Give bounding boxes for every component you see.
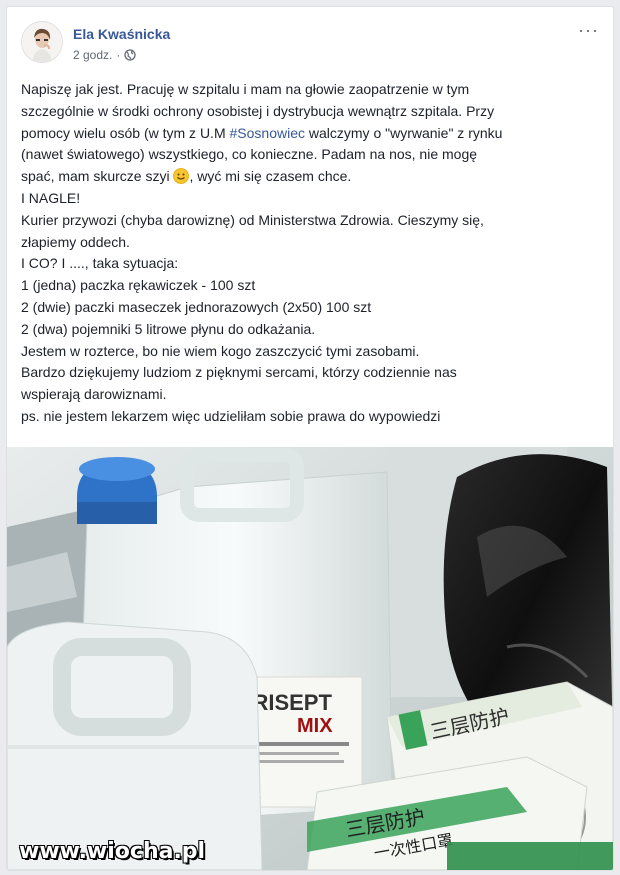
meta-separator: · [116,48,121,62]
hashtag-link[interactable]: #Sosnowiec [230,125,306,141]
text-span: spać, mam skurcze szyi [21,168,174,185]
post-time[interactable]: 2 godz. [73,48,112,62]
text-span: walczymy o "wyrwanie" z rynku [305,124,503,141]
post-line: I CO? I ...., taka sytuacja: [21,255,179,272]
post-photo[interactable]: TRISEPT MIX 三层防护 三层防护 一次性口罩 www.wiocha.p… [7,447,613,870]
post-line: złapiemy oddech. [21,233,130,250]
front-canister [7,621,263,870]
post-line: spać, mam skurcze szyi , wyć mi się czas… [21,166,601,188]
post-header: Ela Kwaśnicka 2 godz. · ··· [21,21,599,67]
avatar-portrait-icon [22,22,62,62]
post-line: pomocy wielu osób (w tym z U.M #Sosnowie… [21,123,601,145]
globe-icon[interactable] [124,49,137,61]
facebook-post: Ela Kwaśnicka 2 godz. · ··· Napiszę jak … [6,6,614,871]
post-line: I NAGLE! [21,189,81,206]
text-span: pomocy wielu osób (w tym z U.M [21,124,230,141]
author-name[interactable]: Ela Kwaśnicka [73,26,170,42]
post-line: 1 (jedna) paczka rękawiczek - 100 szt [21,277,256,294]
post-line: 2 (dwa) pojemniki 5 litrowe płynu do odk… [21,320,316,337]
post-text: Napiszę jak jest. Pracuję w szpitalu i m… [21,79,601,428]
site-watermark: www.wiocha.pl [19,839,206,864]
post-line: ps. nie jestem lekarzem więc udzieliłam … [21,407,441,424]
more-options-button[interactable]: ··· [578,21,599,39]
smiley-emoji-icon [173,168,190,185]
post-meta: 2 godz. · [73,48,137,62]
post-line: (nawet światowego) wszystkiego, co konie… [21,146,478,163]
post-line: szczególnie w środki ochrony osobistej i… [21,102,495,119]
text-span: , wyć mi się czasem chce. [189,168,352,185]
label-product: MIX [297,715,333,737]
post-line: Jestem w rozterce, bo nie wiem kogo zasz… [21,342,420,359]
photo-scene: TRISEPT MIX 三层防护 三层防护 一次性口罩 [7,447,613,870]
post-line: Napiszę jak jest. Pracuję w szpitalu i m… [21,81,470,97]
post-line: wspierają darowiznami. [21,386,167,403]
author-avatar[interactable] [21,21,63,63]
post-line: Bardzo dziękujemy ludziom z pięknymi ser… [21,364,457,381]
post-line: Kurier przywozi (chyba darowiznę) od Min… [21,211,484,228]
post-line: 2 (dwie) paczki maseczek jednorazowych (… [21,298,372,315]
